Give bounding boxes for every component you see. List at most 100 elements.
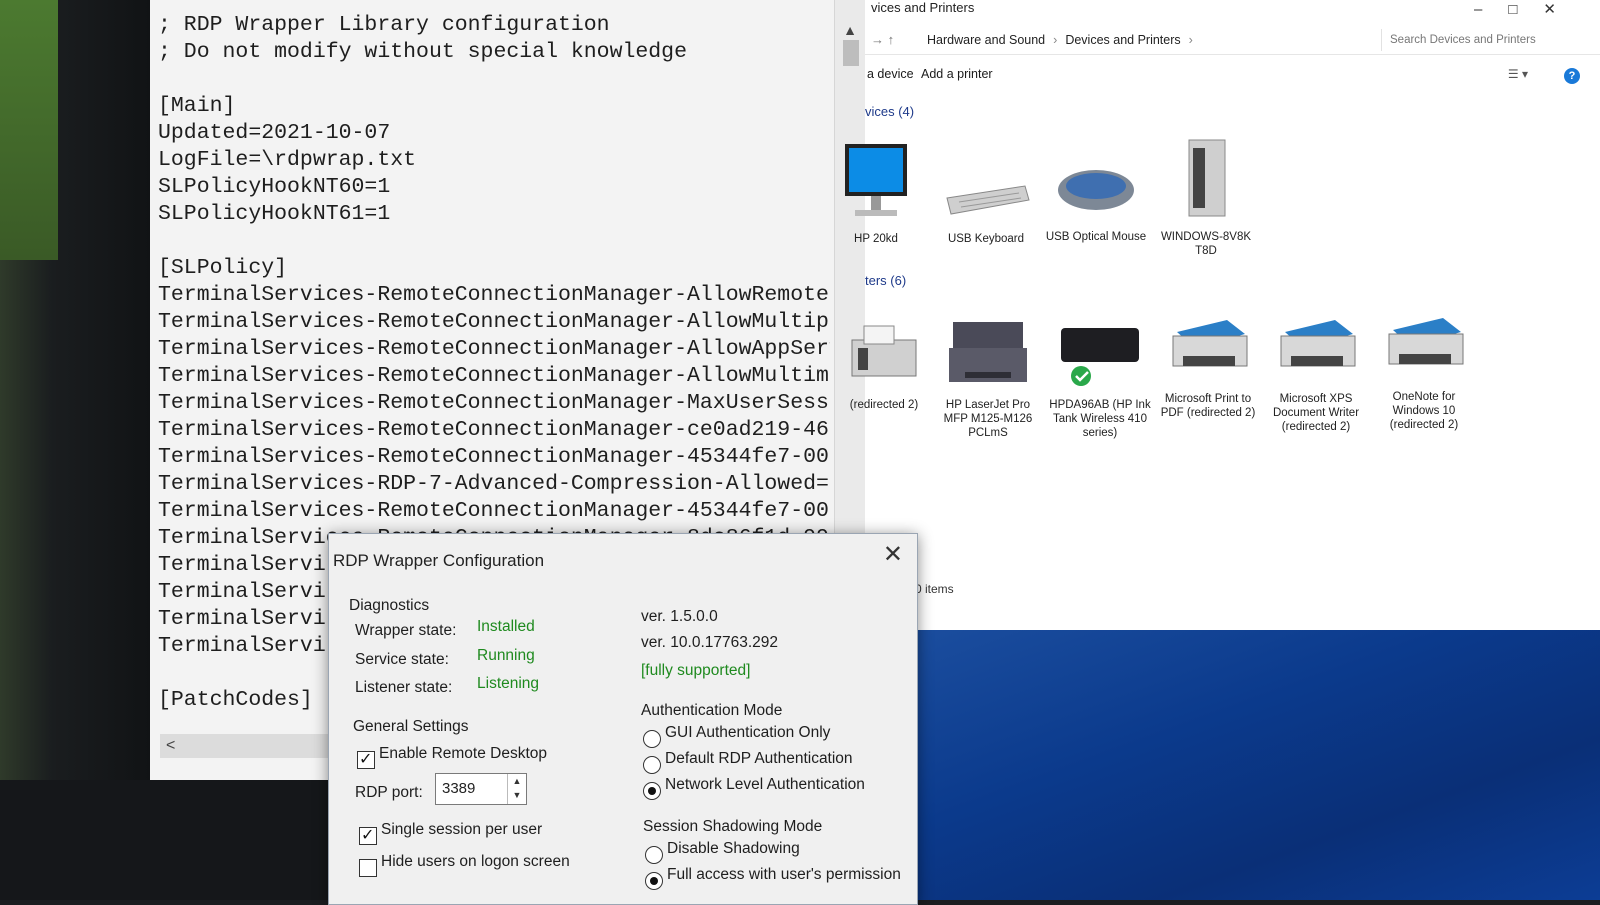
scroll-left-icon[interactable]: < bbox=[166, 737, 175, 755]
wrapper-version: ver. 1.5.0.0 bbox=[641, 608, 718, 625]
wrapper-state-label: Wrapper state: bbox=[355, 622, 457, 639]
printer-label: HPDA96AB (HP Ink Tank Wireless 410 serie… bbox=[1049, 399, 1151, 439]
fax-icon bbox=[851, 325, 917, 377]
printer-icon bbox=[1172, 320, 1248, 367]
help-icon[interactable]: ? bbox=[1564, 68, 1580, 84]
single-session-checkbox[interactable] bbox=[359, 825, 377, 845]
mouse-icon bbox=[1058, 170, 1134, 210]
auth-nla-radio[interactable] bbox=[643, 782, 661, 800]
window-controls: –□✕ bbox=[1474, 0, 1582, 18]
mfp-printer-icon bbox=[949, 322, 1027, 382]
printer-tile[interactable]: OneNote for Windows 10 (redirected 2) bbox=[1369, 310, 1479, 432]
add-device-button[interactable]: a device bbox=[867, 67, 914, 81]
rdp-port-input[interactable]: 3389 ▲ ▼ bbox=[435, 773, 527, 805]
device-label: WINDOWS-8V8K T8D bbox=[1160, 231, 1252, 257]
notepad-line: ; Do not modify without special knowledg… bbox=[158, 40, 687, 64]
device-tile[interactable]: HP 20kd bbox=[821, 140, 931, 246]
printer-tile[interactable]: HP LaserJet Pro MFP M125-M126 PCLmS bbox=[933, 312, 1043, 440]
devices-and-printers-window: vices and Printers –□✕ → ↑ Hardware and … bbox=[845, 0, 1600, 640]
command-bar: a device Add a printer ☰ ▾ ? bbox=[865, 62, 1600, 88]
auth-default-rdp-radio[interactable] bbox=[643, 756, 661, 774]
service-state-value: Running bbox=[477, 647, 535, 664]
device-label: USB Keyboard bbox=[947, 233, 1025, 245]
printer-label: HP LaserJet Pro MFP M125-M126 PCLmS bbox=[943, 399, 1033, 439]
notepad-line: LogFile=\rdpwrap.txt bbox=[158, 148, 417, 172]
scroll-thumb[interactable] bbox=[843, 40, 859, 66]
hide-users-checkbox[interactable] bbox=[359, 859, 377, 877]
device-tile[interactable]: WINDOWS-8V8K T8D bbox=[1151, 136, 1261, 258]
shadow-full-access-radio[interactable] bbox=[645, 872, 663, 890]
shadow-disable-radio[interactable] bbox=[645, 846, 663, 864]
printer-icon bbox=[1388, 318, 1464, 365]
support-status: [fully supported] bbox=[641, 662, 751, 679]
device-label: HP 20kd bbox=[854, 233, 898, 245]
shadow-option-label[interactable]: Disable Shadowing bbox=[667, 840, 800, 858]
maximize-icon[interactable]: □ bbox=[1508, 1, 1543, 18]
diagnostics-heading: Diagnostics bbox=[349, 597, 430, 614]
printers-group-header[interactable]: ters (6) bbox=[865, 273, 906, 288]
printer-tile[interactable]: Microsoft XPS Document Writer (redirecte… bbox=[1261, 312, 1371, 434]
computer-tower-icon bbox=[1188, 139, 1226, 217]
single-session-label[interactable]: Single session per user bbox=[381, 821, 542, 839]
notepad-line: SLPolicyHookNT61=1 bbox=[158, 202, 391, 226]
notepad-line: TerminalServices-RemoteConnectionManager… bbox=[158, 391, 830, 415]
hide-users-label[interactable]: Hide users on logon screen bbox=[381, 853, 570, 871]
service-state-label: Service state: bbox=[355, 651, 449, 668]
inkjet-printer-icon bbox=[1061, 328, 1139, 386]
printer-tile[interactable]: Microsoft Print to PDF (redirected 2) bbox=[1153, 312, 1263, 420]
notepad-line: TerminalServices-RemoteConnectionManager… bbox=[158, 499, 830, 523]
auth-option-label[interactable]: GUI Authentication Only bbox=[665, 724, 830, 742]
device-tile[interactable]: USB Keyboard bbox=[931, 160, 1041, 246]
minimize-icon[interactable]: – bbox=[1474, 1, 1508, 18]
spin-up-icon[interactable]: ▲ bbox=[508, 774, 526, 788]
rdp-port-value[interactable]: 3389 bbox=[442, 780, 475, 797]
add-printer-button[interactable]: Add a printer bbox=[921, 67, 993, 81]
printer-tile[interactable]: (redirected 2) bbox=[829, 318, 939, 412]
printer-label: Microsoft Print to PDF (redirected 2) bbox=[1160, 393, 1256, 419]
notepad-line: SLPolicyHookNT60=1 bbox=[158, 175, 391, 199]
chevron-right-icon: › bbox=[1053, 33, 1058, 47]
notepad-line bbox=[158, 66, 830, 93]
service-version: ver. 10.0.17763.292 bbox=[641, 634, 779, 651]
shadow-option-label[interactable]: Full access with user's permission bbox=[667, 866, 901, 884]
shadowing-mode-heading: Session Shadowing Mode bbox=[643, 818, 823, 835]
monitor-icon bbox=[845, 144, 907, 216]
port-spinner[interactable]: ▲ ▼ bbox=[507, 774, 526, 804]
enable-remote-desktop-label[interactable]: Enable Remote Desktop bbox=[379, 745, 547, 763]
printer-tile[interactable]: HPDA96AB (HP Ink Tank Wireless 410 serie… bbox=[1045, 318, 1155, 440]
breadcrumb-item[interactable]: Hardware and Sound bbox=[927, 33, 1045, 47]
enable-remote-desktop-checkbox[interactable] bbox=[357, 749, 375, 769]
scroll-up-icon[interactable]: ▲ bbox=[843, 22, 857, 38]
desktop-wallpaper bbox=[865, 630, 1600, 900]
spin-down-icon[interactable]: ▼ bbox=[508, 788, 526, 802]
printer-label: (redirected 2) bbox=[849, 399, 919, 411]
search-input[interactable]: Search Devices and Printers bbox=[1381, 29, 1590, 51]
up-arrow-icon[interactable]: → ↑ bbox=[871, 32, 894, 47]
printer-icon bbox=[1280, 320, 1356, 367]
keyboard-icon bbox=[946, 185, 1030, 215]
general-settings-heading: General Settings bbox=[353, 718, 469, 735]
auth-option-label[interactable]: Network Level Authentication bbox=[665, 776, 865, 794]
breadcrumb-item[interactable]: Devices and Printers bbox=[1065, 33, 1180, 47]
devices-group-header[interactable]: vices (4) bbox=[865, 104, 914, 119]
notepad-line: TerminalServices-RemoteConnectionManager… bbox=[158, 337, 830, 361]
notepad-line: [Main] bbox=[158, 94, 236, 118]
background-wall bbox=[0, 0, 58, 260]
printer-label: Microsoft XPS Document Writer (redirecte… bbox=[1272, 393, 1360, 433]
address-bar: → ↑ Hardware and Sound › Devices and Print… bbox=[865, 28, 1600, 55]
device-tile[interactable]: USB Optical Mouse bbox=[1041, 158, 1151, 244]
breadcrumb: Hardware and Sound › Devices and Printers › bbox=[927, 33, 1201, 47]
window-title: vices and Printers bbox=[871, 0, 975, 15]
notepad-line: [SLPolicy] bbox=[158, 256, 288, 280]
close-icon[interactable]: ✕ bbox=[1543, 1, 1582, 18]
printer-label: OneNote for Windows 10 (redirected 2) bbox=[1389, 391, 1459, 431]
notepad-line: TerminalServices-RemoteConnectionManager… bbox=[158, 310, 830, 334]
rdp-port-label: RDP port: bbox=[355, 784, 423, 801]
auth-mode-heading: Authentication Mode bbox=[641, 702, 783, 719]
close-icon[interactable]: ✕ bbox=[883, 540, 903, 569]
wrapper-state-value: Installed bbox=[477, 618, 535, 635]
view-options-icon[interactable]: ☰ ▾ bbox=[1508, 67, 1528, 81]
rdp-wrapper-config-dialog: RDP Wrapper Configuration ✕ Diagnostics … bbox=[328, 533, 918, 905]
auth-option-label[interactable]: Default RDP Authentication bbox=[665, 750, 853, 768]
auth-gui-only-radio[interactable] bbox=[643, 730, 661, 748]
